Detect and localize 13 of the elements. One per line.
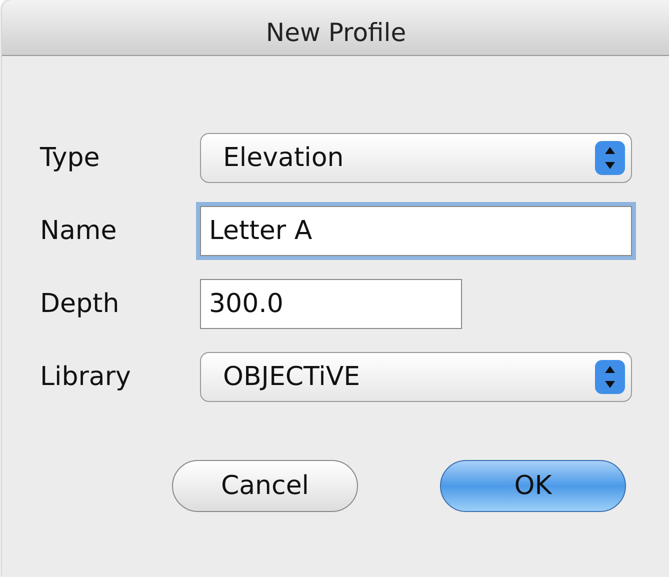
- cancel-button[interactable]: Cancel: [172, 460, 358, 512]
- field-label: Name: [40, 216, 118, 246]
- popup-menu[interactable]: OBJECTiVE: [200, 352, 632, 402]
- field-label: Type: [40, 142, 101, 172]
- window-title: New Profile: [266, 18, 406, 47]
- field-label: Library: [40, 362, 132, 392]
- field-label: Depth: [40, 288, 120, 318]
- text-field[interactable]: Letter A: [200, 206, 632, 256]
- popup-arrows-icon: [595, 358, 625, 394]
- popup-arrows-icon: [595, 140, 625, 176]
- ok-button[interactable]: OK: [440, 460, 626, 512]
- popup-menu[interactable]: Elevation: [200, 132, 632, 182]
- text-field[interactable]: 300.0: [200, 278, 462, 328]
